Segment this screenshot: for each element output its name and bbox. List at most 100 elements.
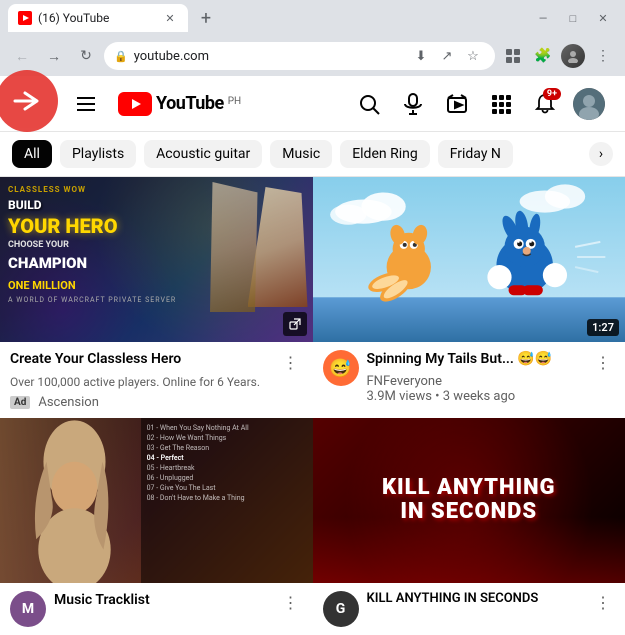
video-info-sonic: 😅 Spinning My Tails But... 😅😅 ⋮ FNFevery… xyxy=(313,342,625,412)
download-icon[interactable]: ⬇ xyxy=(409,44,433,68)
hamburger-menu-button[interactable] xyxy=(66,84,106,124)
video-grid: Classless WoW BUILD YOUR HERO CHOOSE YOU… xyxy=(0,177,625,635)
thumbnail-sonic: 1:27 xyxy=(313,177,625,342)
tracklist-8: 08 - Don't Have to Make a Thing xyxy=(147,494,307,502)
browser-toolbar: ← → ↻ 🔒 youtube.com ⬇ ↗ ☆ 🧩 xyxy=(0,36,625,76)
video-title-row-sonic: Spinning My Tails But... 😅😅 ⋮ xyxy=(367,350,616,374)
notification-button[interactable]: 9+ xyxy=(525,84,565,124)
video-title-sonic: Spinning My Tails But... 😅😅 xyxy=(367,350,588,368)
youtube-logo-text: YouTube xyxy=(156,93,224,114)
video-card-kill[interactable]: KILL ANYTHINGIN SECONDS G KILL ANYTHING … xyxy=(313,418,625,635)
video-title-kill: KILL ANYTHING IN SECONDS xyxy=(367,591,588,608)
filter-chip-friday[interactable]: Friday N xyxy=(438,140,513,168)
toolbar-icons: 🧩 ⋮ xyxy=(499,42,617,70)
browser-title-bar: (16) YouTube ✕ + — □ ✕ xyxy=(0,0,625,36)
video-duration-sonic: 1:27 xyxy=(587,319,619,336)
account-avatar[interactable] xyxy=(569,84,609,124)
kill-text: KILL ANYTHINGIN SECONDS xyxy=(382,476,556,524)
video-title-row-tracklist: Music Tracklist ⋮ xyxy=(54,591,303,615)
create-button[interactable] xyxy=(437,84,477,124)
filter-chip-all[interactable]: All xyxy=(12,140,52,168)
tracklist-3: 03 - Get The Reason xyxy=(147,444,307,452)
close-button[interactable]: ✕ xyxy=(589,4,617,32)
address-bar[interactable]: 🔒 youtube.com ⬇ ↗ ☆ xyxy=(104,42,495,70)
user-avatar xyxy=(573,88,605,120)
extensions-icon[interactable] xyxy=(499,42,527,70)
video-card-sonic[interactable]: 1:27 😅 Spinning My Tails But... 😅😅 ⋮ FNF… xyxy=(313,177,625,418)
tracklist-7: 07 - Give You The Last xyxy=(147,484,307,492)
video-meta-wow: Create Your Classless Hero ⋮ Over 100,00… xyxy=(10,350,303,410)
window-controls: — □ ✕ xyxy=(529,4,617,32)
youtube-app: YouTube PH xyxy=(0,76,625,635)
maximize-button[interactable]: □ xyxy=(559,4,587,32)
tracklist-4: 04 - Perfect xyxy=(147,454,307,462)
notification-badge: 9+ xyxy=(543,88,561,100)
browser-tab[interactable]: (16) YouTube ✕ xyxy=(8,4,188,32)
back-button[interactable]: ← xyxy=(8,42,36,70)
channel-avatar-kill: G xyxy=(323,591,359,627)
url-text: youtube.com xyxy=(134,49,403,64)
puzzle-icon[interactable]: 🧩 xyxy=(529,42,557,70)
tab-favicon xyxy=(18,11,32,25)
star-icon[interactable]: ☆ xyxy=(461,44,485,68)
video-info-tracklist: M Music Tracklist ⋮ xyxy=(0,583,313,635)
filter-chip-elden-ring[interactable]: Elden Ring xyxy=(340,140,430,168)
channel-name-wow: Ascension xyxy=(38,395,99,410)
external-link-icon xyxy=(283,312,307,336)
youtube-logo-icon xyxy=(118,92,152,116)
video-meta-sonic: Spinning My Tails But... 😅😅 ⋮ FNFeveryon… xyxy=(367,350,616,404)
video-more-button-tracklist[interactable]: ⋮ xyxy=(279,591,303,615)
tracklist-6: 06 - Unplugged xyxy=(147,474,307,482)
video-info-wow: Create Your Classless Hero ⋮ Over 100,00… xyxy=(0,342,313,418)
sonic-svg xyxy=(313,177,625,342)
tracklist-overlay: 01 - When You Say Nothing At All 02 - Ho… xyxy=(141,418,313,583)
video-more-button-wow[interactable]: ⋮ xyxy=(279,350,303,374)
thumbnail-tracklist: 01 - When You Say Nothing At All 02 - Ho… xyxy=(0,418,313,583)
video-title-tracklist: Music Tracklist xyxy=(54,591,275,609)
video-card-tracklist[interactable]: 01 - When You Say Nothing At All 02 - Ho… xyxy=(0,418,313,635)
youtube-logo-country: PH xyxy=(228,96,241,107)
youtube-header: YouTube PH xyxy=(0,76,625,132)
filter-next-button[interactable]: › xyxy=(589,142,613,166)
profile-icon[interactable] xyxy=(559,42,587,70)
video-title-wow: Create Your Classless Hero xyxy=(10,350,275,368)
filter-chip-acoustic[interactable]: Acoustic guitar xyxy=(144,140,262,168)
browser-frame: (16) YouTube ✕ + — □ ✕ ← → ↻ 🔒 youtube.c… xyxy=(0,0,625,635)
filter-chip-music[interactable]: Music xyxy=(270,140,332,168)
tab-close-button[interactable]: ✕ xyxy=(162,10,178,26)
ad-badge: Ad xyxy=(10,396,30,409)
channel-avatar-tracklist: M xyxy=(10,591,46,627)
avatar-image xyxy=(573,88,605,120)
thumbnail-wow: Classless WoW BUILD YOUR HERO CHOOSE YOU… xyxy=(0,177,313,342)
new-tab-button[interactable]: + xyxy=(192,4,220,32)
search-button[interactable] xyxy=(349,84,389,124)
channel-avatar-sonic: 😅 xyxy=(323,350,359,386)
tab-title: (16) YouTube xyxy=(38,11,109,25)
address-icons: ⬇ ↗ ☆ xyxy=(409,44,485,68)
tracklist-1: 01 - When You Say Nothing At All xyxy=(147,424,307,432)
video-more-button-kill[interactable]: ⋮ xyxy=(591,591,615,615)
minimize-button[interactable]: — xyxy=(529,4,557,32)
kill-accent xyxy=(313,517,625,583)
menu-icon[interactable]: ⋮ xyxy=(589,42,617,70)
refresh-button[interactable]: ↻ xyxy=(72,42,100,70)
video-info-kill: G KILL ANYTHING IN SECONDS ⋮ xyxy=(313,583,625,635)
video-title-row-kill: KILL ANYTHING IN SECONDS ⋮ xyxy=(367,591,616,615)
video-meta-tracklist: Music Tracklist ⋮ xyxy=(54,591,303,627)
microphone-button[interactable] xyxy=(393,84,433,124)
filter-chip-playlists[interactable]: Playlists xyxy=(60,140,136,168)
thumbnail-kill: KILL ANYTHINGIN SECONDS xyxy=(313,418,625,583)
share-icon[interactable]: ↗ xyxy=(435,44,459,68)
video-more-button-sonic[interactable]: ⋮ xyxy=(591,350,615,374)
video-title-row-wow: Create Your Classless Hero ⋮ xyxy=(10,350,303,374)
video-description-wow: Over 100,000 active players. Online for … xyxy=(10,374,303,391)
hamburger-icon xyxy=(77,97,95,111)
header-icons: 9+ xyxy=(349,84,609,124)
tracklist-5: 05 - Heartbreak xyxy=(147,464,307,472)
filter-bar: All Playlists Acoustic guitar Music Elde… xyxy=(0,132,625,177)
video-card-wow[interactable]: Classless WoW BUILD YOUR HERO CHOOSE YOU… xyxy=(0,177,313,418)
apps-grid-button[interactable] xyxy=(481,84,521,124)
forward-button[interactable]: → xyxy=(40,42,68,70)
tracklist-2: 02 - How We Want Things xyxy=(147,434,307,442)
youtube-logo[interactable]: YouTube PH xyxy=(118,92,241,116)
